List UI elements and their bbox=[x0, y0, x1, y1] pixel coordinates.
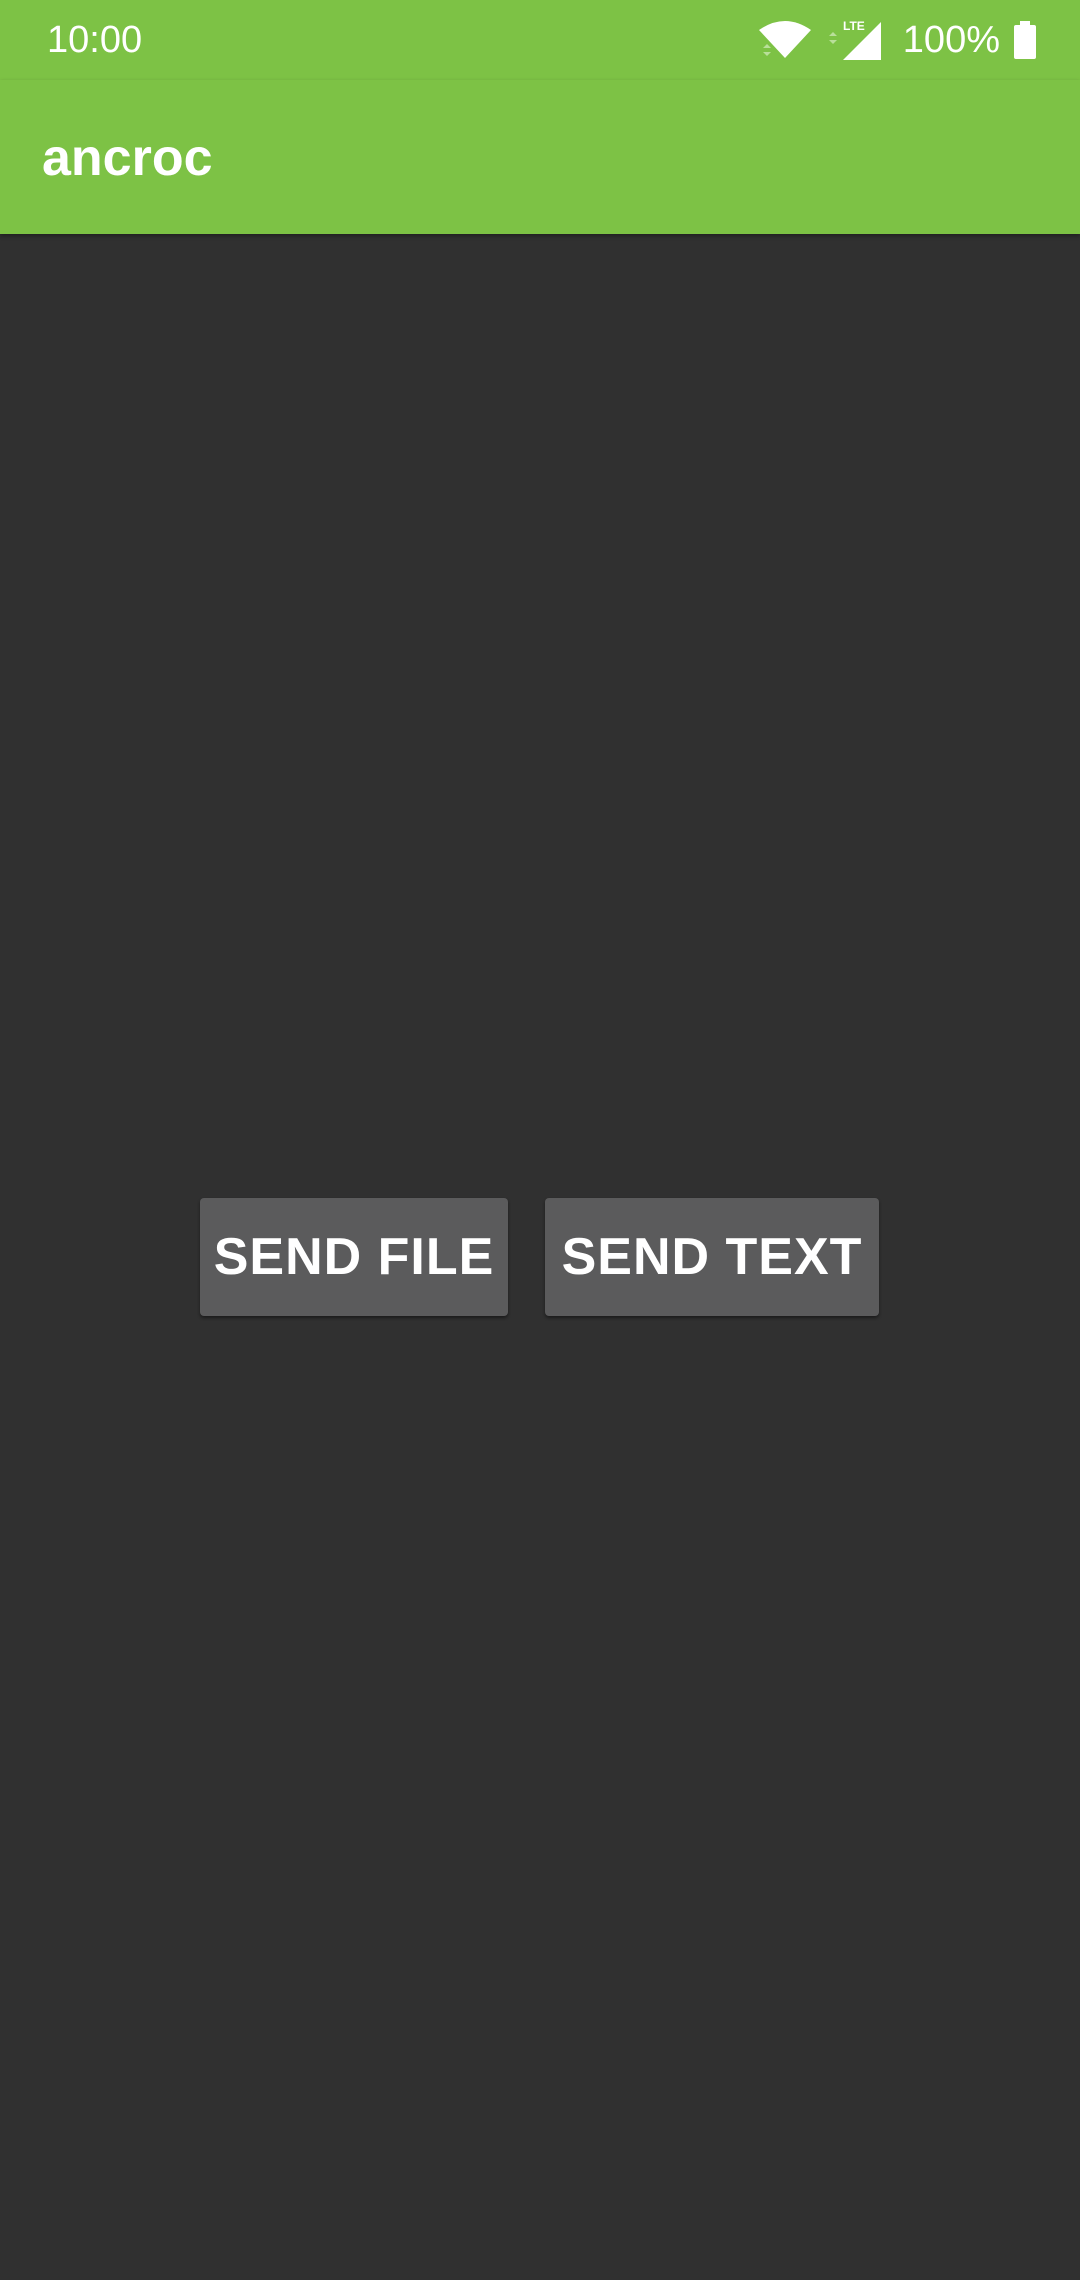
battery-percentage: 100% bbox=[902, 19, 1000, 61]
main-content: SEND FILE SEND TEXT bbox=[0, 234, 1080, 2280]
wifi-icon bbox=[758, 21, 811, 58]
battery-icon bbox=[1014, 21, 1036, 59]
app-toolbar: ancroc bbox=[0, 80, 1080, 234]
app-screen: 10:00 LTE 100% ancroc SEND FILE SEND TEX… bbox=[0, 0, 1080, 2280]
status-time: 10:00 bbox=[47, 19, 143, 61]
status-icons: LTE 100% bbox=[757, 16, 1036, 64]
send-file-button[interactable]: SEND FILE bbox=[200, 1198, 508, 1316]
app-title: ancroc bbox=[42, 129, 213, 187]
send-text-button[interactable]: SEND TEXT bbox=[545, 1198, 879, 1316]
status-bar: 10:00 LTE 100% bbox=[0, 0, 1080, 80]
signal-icon: LTE bbox=[828, 19, 881, 60]
lte-label: LTE bbox=[843, 19, 865, 33]
